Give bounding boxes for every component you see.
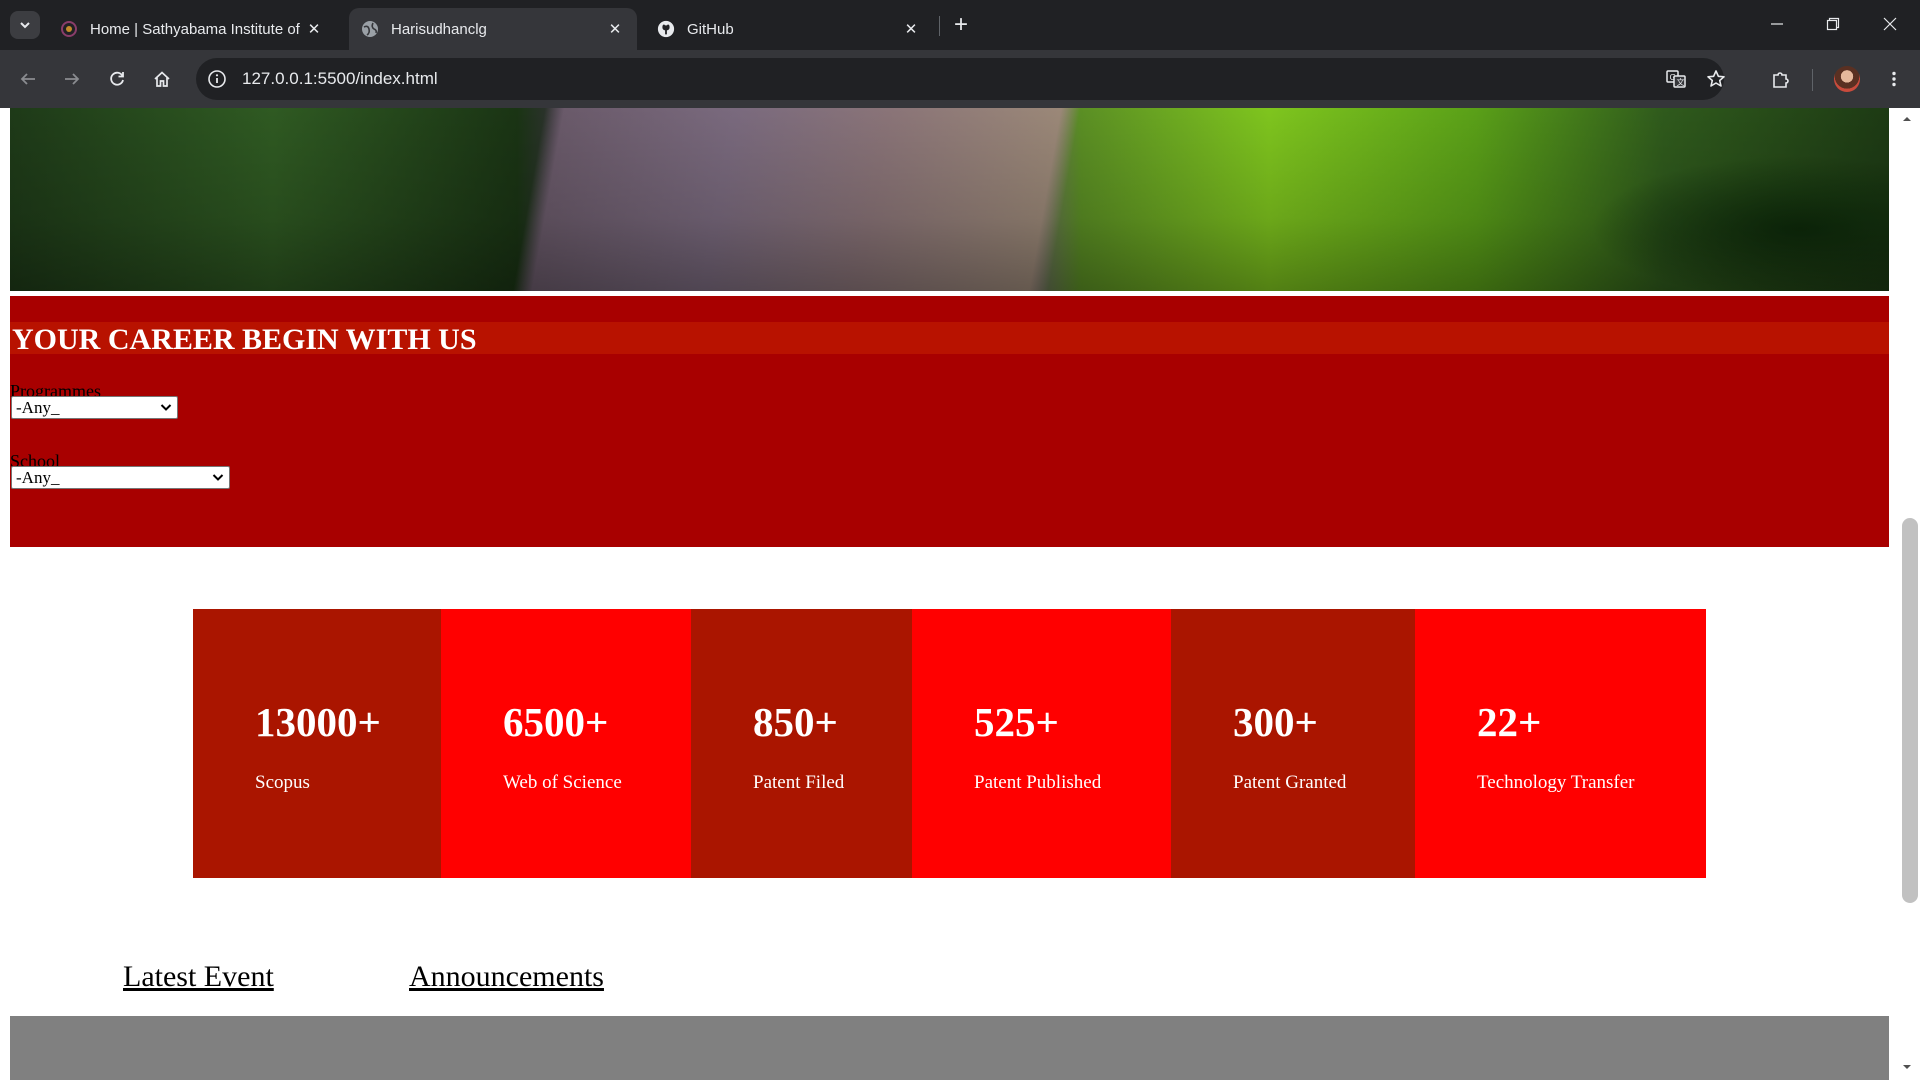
stat-patent-filed: 850+ Patent Filed	[691, 609, 912, 878]
chevron-down-icon	[160, 404, 172, 411]
browser-toolbar: 127.0.0.1:5500/index.html G文	[0, 50, 1920, 108]
minimize-icon	[1771, 23, 1783, 25]
arrow-left-icon	[20, 73, 35, 85]
campus-path-hero-image	[10, 108, 1889, 291]
close-tab-icon[interactable]: ✕	[304, 19, 324, 39]
extensions-button[interactable]	[1765, 63, 1797, 95]
stat-scopus: 13000+ Scopus	[193, 609, 441, 878]
more-vertical-icon	[1892, 71, 1896, 87]
school-select[interactable]: -Any_	[11, 466, 230, 489]
stat-label: Patent Filed	[753, 772, 845, 793]
programmes-select[interactable]: -Any_	[11, 396, 178, 419]
sathyabama-favicon-icon	[60, 20, 78, 38]
profile-avatar[interactable]	[1834, 66, 1860, 92]
events-content-panel	[10, 1016, 1889, 1080]
career-section: YOUR CAREER BEGIN WITH US Programmes -An…	[10, 296, 1889, 547]
close-tab-icon[interactable]: ✕	[605, 19, 625, 39]
research-stats: 13000+ Scopus 6500+ Web of Science 850+ …	[193, 609, 1706, 878]
toolbar-separator	[1812, 69, 1813, 91]
browser-menu-button[interactable]	[1878, 63, 1910, 95]
new-tab-button[interactable]: +	[947, 11, 975, 38]
stat-number: 22+	[1477, 699, 1542, 745]
tab-separator	[939, 16, 940, 36]
close-tab-icon[interactable]: ✕	[901, 19, 921, 39]
home-button[interactable]	[146, 63, 178, 95]
tab-title: Harisudhanclg	[391, 20, 487, 38]
tab-title: GitHub	[687, 20, 734, 38]
stat-label: Web of Science	[503, 772, 622, 793]
tab-harisudhanclg[interactable]: Harisudhanclg ✕	[349, 8, 637, 50]
svg-text:文: 文	[1677, 77, 1685, 87]
browser-tab-strip: Home | Sathyabama Institute of ✕ Harisud…	[0, 0, 1920, 50]
chevron-down-icon	[20, 22, 30, 29]
chevron-down-icon	[212, 474, 224, 481]
latest-event-link[interactable]: Latest Event	[123, 960, 274, 994]
tab-title: Home | Sathyabama Institute of	[90, 20, 300, 38]
home-icon	[154, 71, 170, 87]
reload-button[interactable]	[101, 63, 133, 95]
close-icon	[1883, 17, 1897, 31]
school-select-value: -Any_	[16, 467, 60, 487]
scroll-up-arrow-icon[interactable]	[1901, 114, 1913, 124]
stat-number: 850+	[753, 699, 838, 745]
globe-icon	[361, 20, 379, 38]
translate-icon[interactable]: G文	[1664, 67, 1688, 91]
stat-number: 300+	[1233, 699, 1318, 745]
puzzle-icon	[1773, 72, 1789, 88]
stat-technology-transfer: 22+ Technology Transfer	[1415, 609, 1706, 878]
page-viewport: YOUR CAREER BEGIN WITH US Programmes -An…	[0, 108, 1920, 1080]
stat-patent-granted: 300+ Patent Granted	[1171, 609, 1415, 878]
tab-github[interactable]: GitHub ✕	[645, 8, 933, 50]
bookmark-star-icon[interactable]	[1704, 67, 1728, 91]
scrollbar-thumb[interactable]	[1902, 518, 1918, 903]
forward-button[interactable]	[56, 63, 88, 95]
arrow-right-icon	[65, 73, 80, 85]
restore-button[interactable]	[1805, 0, 1861, 48]
restore-icon	[1826, 17, 1840, 31]
stat-patent-published: 525+ Patent Published	[912, 609, 1171, 878]
site-info-icon[interactable]	[206, 68, 228, 90]
address-bar[interactable]: 127.0.0.1:5500/index.html G文	[196, 58, 1725, 100]
stat-web-of-science: 6500+ Web of Science	[441, 609, 691, 878]
stat-label: Patent Published	[974, 772, 1102, 793]
programmes-select-value: -Any_	[16, 397, 60, 417]
career-title: YOUR CAREER BEGIN WITH US	[12, 323, 477, 356]
stat-label: Technology Transfer	[1477, 772, 1635, 793]
stat-number: 6500+	[503, 699, 609, 745]
scroll-down-arrow-icon[interactable]	[1901, 1062, 1913, 1072]
tab-sathyabama[interactable]: Home | Sathyabama Institute of ✕	[48, 8, 336, 50]
career-top-strip	[10, 296, 1889, 322]
stat-number: 13000+	[255, 699, 381, 745]
minimize-button[interactable]	[1749, 0, 1805, 48]
stat-number: 525+	[974, 699, 1059, 745]
back-button[interactable]	[12, 63, 44, 95]
announcements-link[interactable]: Announcements	[409, 960, 604, 994]
reload-icon	[110, 71, 124, 86]
tab-search-button[interactable]	[10, 11, 40, 39]
close-window-button[interactable]	[1862, 0, 1918, 48]
stat-label: Scopus	[255, 772, 310, 793]
stat-label: Patent Granted	[1233, 772, 1347, 793]
github-icon	[657, 20, 675, 38]
url-text[interactable]: 127.0.0.1:5500/index.html	[242, 69, 438, 89]
